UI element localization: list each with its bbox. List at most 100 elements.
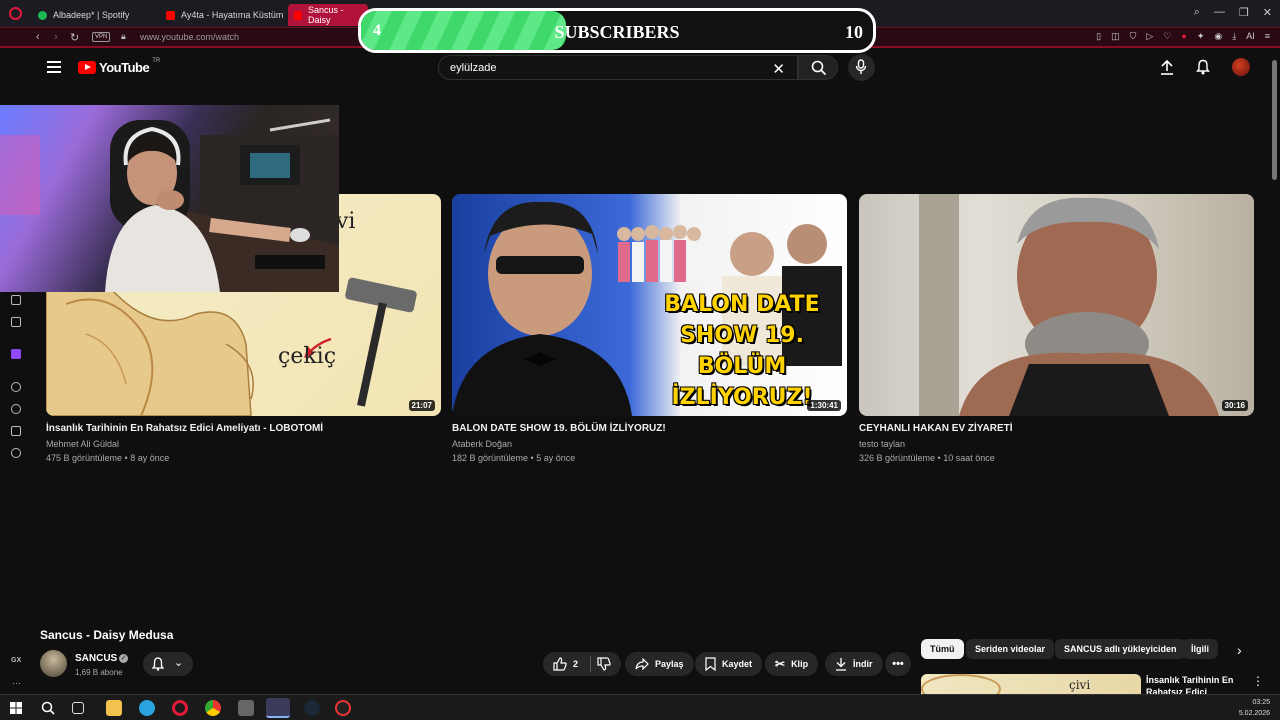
like-count: 2 <box>573 659 579 669</box>
download-label: İndir <box>853 659 873 669</box>
menu-lines-icon[interactable]: ≡ <box>1265 31 1270 42</box>
like-button[interactable]: 2 <box>543 652 622 676</box>
video-card-ceyhanli-hakan[interactable]: 30:16 CEYHANLI HAKAN EV ZİYARETİ testo t… <box>859 194 1254 463</box>
minimize-icon[interactable]: — <box>1214 6 1225 19</box>
task-view-icon[interactable] <box>72 702 84 714</box>
video-meta: 326 B görüntüleme • 10 saat önce <box>859 453 995 463</box>
chip-uploader[interactable]: SANCUS adlı yükleyiciden <box>1055 639 1186 659</box>
clear-search-icon[interactable]: ✕ <box>772 60 785 78</box>
history-icon[interactable] <box>11 404 21 414</box>
related-video-title[interactable]: İnsanlık Tarihinin En Rahatsız Edici <box>1146 674 1246 694</box>
search-tabs-icon[interactable]: ⌕ <box>1194 6 1200 19</box>
voice-search-button[interactable] <box>848 54 875 81</box>
extensions-icon[interactable] <box>11 426 21 436</box>
notification-bell-icon[interactable] <box>1196 59 1210 75</box>
discord-icon[interactable] <box>266 698 290 718</box>
forward-icon[interactable]: › <box>54 31 58 43</box>
lock-icon[interactable]: 🔒︎ <box>121 31 126 42</box>
sidebar-app-icon[interactable] <box>11 295 21 305</box>
system-clock[interactable]: 03:25 5.02.2026 <box>1239 697 1270 719</box>
youtube-icon <box>166 10 175 20</box>
hamburger-menu-icon[interactable] <box>47 61 61 73</box>
aria-ai-icon[interactable]: AI <box>1246 31 1255 42</box>
vpn-badge[interactable]: VPN <box>92 32 111 42</box>
video-title[interactable]: İnsanlık Tarihinin En Rahatsız Edici Ame… <box>46 423 441 434</box>
chip-all[interactable]: Tümü <box>921 639 964 659</box>
shield-icon[interactable]: ⛉ <box>1130 31 1137 42</box>
channel-avatar[interactable] <box>40 650 67 677</box>
channel-name[interactable]: Ataberk Doğan <box>452 439 847 449</box>
scrollbar-thumb[interactable] <box>1272 60 1277 180</box>
opera-logo-icon[interactable] <box>9 7 22 20</box>
video-title[interactable]: CEYHANLI HAKAN EV ZİYARETİ <box>859 423 1254 434</box>
back-icon[interactable]: ‹ <box>36 31 40 43</box>
telegram-icon[interactable] <box>139 700 155 716</box>
player-icon[interactable] <box>11 382 21 392</box>
video-duration: 30:16 <box>1221 400 1248 411</box>
share-button[interactable]: Paylaş <box>625 652 694 676</box>
calculator-icon[interactable] <box>238 700 254 716</box>
restore-icon[interactable]: ❐ <box>1239 6 1249 19</box>
share-label: Paylaş <box>655 659 684 669</box>
search-query: eylülzade <box>450 62 497 74</box>
more-icon[interactable]: ··· <box>12 678 21 688</box>
video-thumbnail[interactable]: BALON DATE SHOW 19. BÖLÜM İZLİYORUZ! 1:3… <box>452 194 847 416</box>
heart-icon[interactable]: ♡ <box>1163 31 1171 42</box>
clip-button[interactable]: ✂ Klip <box>765 652 819 676</box>
subscriber-goal-bar: 4 SUBSCRIBERS 10 <box>358 8 876 53</box>
chip-series[interactable]: Seriden videolar <box>966 639 1055 659</box>
subscriber-goal-label: SUBSCRIBERS <box>554 22 680 42</box>
related-video-thumbnail[interactable]: çivi <box>921 674 1141 694</box>
tab-spotify[interactable]: Albadeep* | Spotify <box>32 4 135 26</box>
puzzle-icon[interactable]: ✦ <box>1197 31 1205 42</box>
subscriber-goal-target: 10 <box>845 22 863 42</box>
save-button[interactable]: Kaydet <box>695 652 763 676</box>
tab-youtube-ay4ta[interactable]: Ay4ta - Hayatıma Küstüm <box>160 4 289 26</box>
file-explorer-icon[interactable] <box>106 700 122 716</box>
player-icon[interactable]: ▷ <box>1146 31 1153 42</box>
extension-icon[interactable]: ● <box>1181 31 1186 42</box>
video-card-balon-date[interactable]: BALON DATE SHOW 19. BÖLÜM İZLİYORUZ! 1:3… <box>452 194 847 463</box>
download-button[interactable]: İndir <box>825 652 883 676</box>
thumbs-down-icon[interactable] <box>597 657 611 671</box>
youtube-logo[interactable]: YouTube TR <box>78 58 160 75</box>
snapshot-icon[interactable]: ◫ <box>1111 31 1120 42</box>
search-input[interactable]: eylülzade ✕ <box>438 55 798 80</box>
search-button[interactable] <box>798 55 838 80</box>
taskbar-search-icon[interactable] <box>41 701 55 715</box>
more-vertical-icon[interactable]: ⋮ <box>1252 674 1264 688</box>
channel-name[interactable]: SANCUS <box>75 653 117 664</box>
chrome-icon[interactable] <box>205 700 221 716</box>
reload-icon[interactable]: ↻ <box>70 31 79 44</box>
obs-icon[interactable] <box>335 700 351 716</box>
more-actions-button[interactable]: ••• <box>885 652 911 676</box>
chevron-right-icon[interactable]: › <box>1237 642 1242 658</box>
download-icon[interactable]: ⤓ <box>1232 31 1236 42</box>
profile-icon[interactable]: ◉ <box>1214 31 1222 42</box>
save-label: Kaydet <box>722 659 753 669</box>
subscriber-count: 1,69 B abone <box>75 668 123 677</box>
tab-youtube-sancus[interactable]: Sancus - Daisy <box>288 4 368 26</box>
account-avatar[interactable] <box>1232 58 1250 76</box>
verified-check-icon: ✓ <box>119 654 128 663</box>
opera-gx-icon[interactable] <box>172 700 188 716</box>
channel-name[interactable]: testo taylan <box>859 439 1254 449</box>
channel-name[interactable]: Mehmet Ali Güldal <box>46 439 441 449</box>
subscription-bell-button[interactable]: ⌄ <box>143 652 193 676</box>
twitch-icon[interactable] <box>11 349 21 359</box>
thumb-text-hammer: çekiç <box>278 344 337 369</box>
thumbs-up-icon <box>553 657 567 671</box>
page-scrollbar[interactable] <box>1270 50 1280 694</box>
steam-icon[interactable] <box>304 700 320 716</box>
upload-icon[interactable] <box>1160 59 1174 75</box>
bookmark-icon[interactable]: ▯ <box>1096 31 1101 42</box>
video-title[interactable]: BALON DATE SHOW 19. BÖLÜM İZLİYORUZ! <box>452 423 847 434</box>
video-thumbnail[interactable]: 30:16 <box>859 194 1254 416</box>
thumb-text: çivi <box>1069 678 1091 692</box>
close-window-icon[interactable]: ✕ <box>1263 6 1272 19</box>
settings-icon[interactable] <box>11 448 21 458</box>
url-field[interactable]: www.youtube.com/watch <box>140 32 239 42</box>
windows-start-icon[interactable] <box>10 702 22 714</box>
messenger-icon[interactable] <box>11 317 21 327</box>
chip-related[interactable]: İlgili <box>1182 639 1218 659</box>
